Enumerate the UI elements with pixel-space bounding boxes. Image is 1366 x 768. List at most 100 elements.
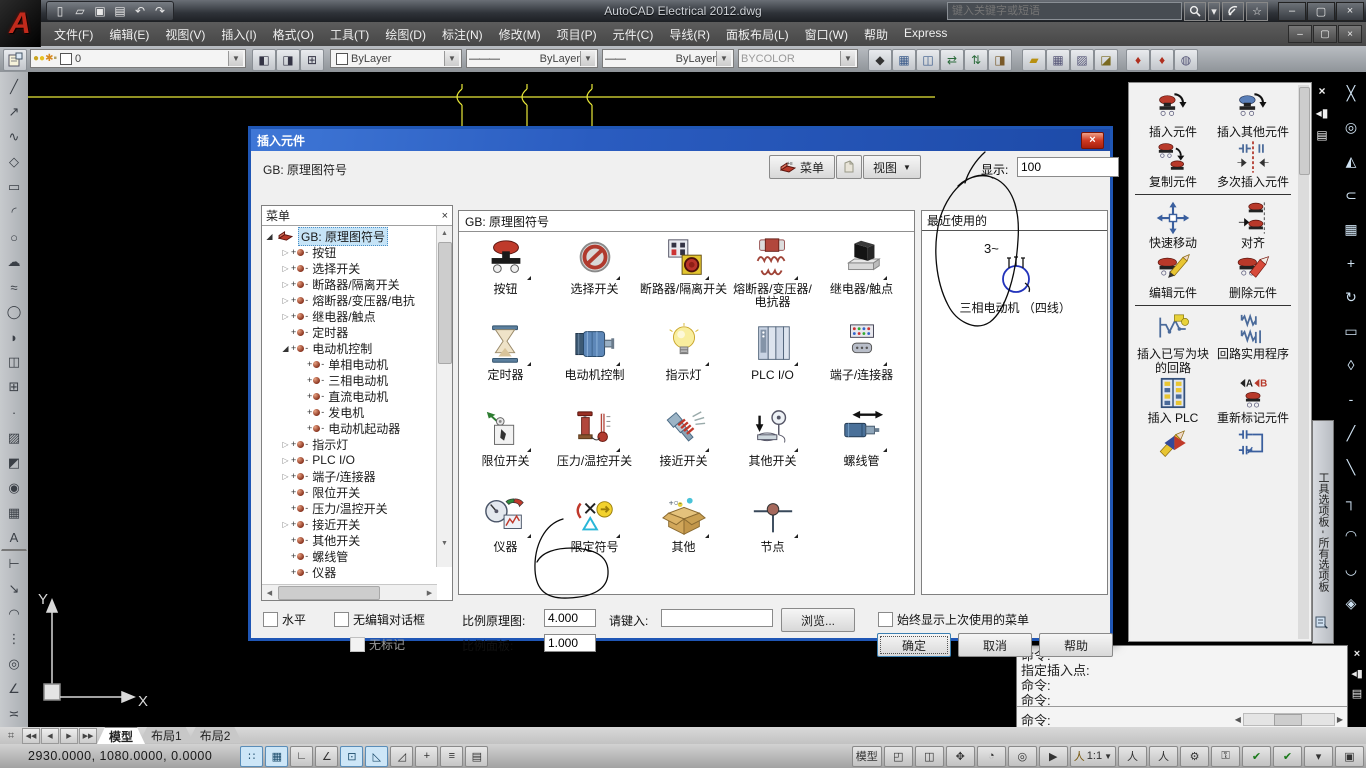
tree-item-21[interactable]: +-仪器 — [262, 564, 452, 580]
steering-wheel-icon[interactable]: ◎ — [1008, 746, 1037, 767]
ordinate-dim-icon[interactable]: ⋮ — [1, 627, 27, 652]
quick-view-layouts-icon[interactable]: ◫ — [915, 746, 944, 767]
construction-line-icon[interactable]: ↗ — [1, 99, 27, 124]
polyline-icon[interactable]: ∿ — [1, 124, 27, 149]
toggle-grid[interactable]: ▦ — [265, 746, 288, 767]
tab-grip-icon[interactable]: ⌗ — [0, 728, 22, 744]
lock-icon[interactable]: ⚿ — [1211, 746, 1240, 767]
toolbar-positions-check-icon[interactable]: ✔ — [1242, 746, 1271, 767]
hatch-icon[interactable]: ▨ — [1, 425, 27, 450]
menu-item-1[interactable]: 编辑(E) — [101, 23, 157, 46]
up-one-level-icon[interactable] — [836, 155, 862, 179]
tree-collapsed-icon[interactable]: ▷ — [280, 520, 291, 529]
search-input[interactable] — [947, 2, 1182, 20]
polygon-icon[interactable]: ◇ — [1, 149, 27, 174]
recent-item[interactable]: 3~ 三相电动机 （四线） — [922, 239, 1107, 315]
palette-tool-0[interactable]: 插入元件 — [1133, 89, 1213, 139]
named-views-icon[interactable]: ◫ — [916, 49, 940, 71]
move-icon[interactable]: + — [1339, 246, 1363, 280]
view-button[interactable]: 视图▼ — [863, 155, 921, 179]
tree-item-10[interactable]: +-直流电动机 — [262, 388, 452, 404]
grid-item-12[interactable]: 接近开关 — [639, 408, 728, 494]
redo-icon[interactable]: ↷ — [151, 3, 169, 19]
palette-tool-4[interactable]: 快速移动 — [1133, 200, 1213, 250]
grid-item-18[interactable]: 节点 — [728, 494, 817, 580]
aligned-dim-icon[interactable]: ↘ — [1, 577, 27, 602]
tree-collapsed-icon[interactable]: ▷ — [280, 456, 291, 465]
scale-panel-input[interactable] — [544, 634, 596, 652]
tree-item-1[interactable]: ▷+-按钮 — [262, 244, 452, 260]
rectangle-icon[interactable]: ▭ — [1, 174, 27, 199]
doc-minimize-icon[interactable]: – — [1288, 25, 1312, 43]
palette-tab-label[interactable]: 工具选项板 - 所有选项板 — [1312, 420, 1334, 644]
palette-tool-6[interactable]: 编辑元件 — [1133, 250, 1213, 300]
tree-item-13[interactable]: ▷+-指示灯 — [262, 436, 452, 452]
menu-item-3[interactable]: 插入(I) — [213, 23, 264, 46]
palette-tool-12[interactable] — [1133, 425, 1213, 461]
palette-close-icon[interactable]: × — [1318, 84, 1325, 98]
toggle-snap[interactable]: ∷ — [240, 746, 263, 767]
command-autohide-icon[interactable]: ◂▮ — [1351, 667, 1363, 680]
menu-item-5[interactable]: 工具(T) — [322, 23, 377, 46]
component-red-icon[interactable]: ♦ — [1126, 49, 1150, 71]
tree-item-11[interactable]: +-发电机 — [262, 404, 452, 420]
dropdown-arrow-icon[interactable]: ▾ — [1304, 746, 1333, 767]
layer-control-combo[interactable]: ●● ✱▪ 0 ▼ — [30, 49, 246, 68]
close-icon[interactable]: × — [1336, 2, 1364, 21]
palette-properties-icon[interactable]: ▤ — [1316, 128, 1327, 142]
toggle-osnap[interactable]: ⊡ — [340, 746, 363, 767]
scale-schematic-input[interactable] — [544, 609, 596, 627]
prev-tab-icon[interactable]: ◀ — [41, 728, 59, 744]
palette-tool-7[interactable]: 删除元件 — [1213, 250, 1293, 300]
extend-icon[interactable]: ╱ — [1339, 416, 1363, 450]
toggle-ducs[interactable]: ◿ — [390, 746, 413, 767]
tree-item-6[interactable]: +-定时器 — [262, 324, 452, 340]
type-input[interactable] — [661, 609, 773, 627]
tree-item-9[interactable]: +-三相电动机 — [262, 372, 452, 388]
erase-icon[interactable]: ╳ — [1339, 76, 1363, 110]
wire-number-icon[interactable]: ▨ — [1070, 49, 1094, 71]
menu-button[interactable]: +≡ 菜单 — [769, 155, 835, 179]
tree-item-8[interactable]: +-单相电动机 — [262, 356, 452, 372]
toggle-lwt[interactable]: ≡ — [440, 746, 463, 767]
palette-tool-2[interactable]: 复制元件 — [1133, 139, 1213, 189]
tree-item-15[interactable]: ▷+-端子/连接器 — [262, 468, 452, 484]
toggle-polar[interactable]: ∠ — [315, 746, 338, 767]
tree-item-20[interactable]: +-螺线管 — [262, 548, 452, 564]
spline-icon[interactable]: ≈ — [1, 275, 27, 300]
render-cube-icon[interactable]: ◆ — [868, 49, 892, 71]
doc-restore-icon[interactable]: ▢ — [1313, 25, 1337, 43]
dialog-titlebar[interactable]: 插入元件 × — [251, 129, 1110, 151]
tab-布局1[interactable]: 布局1 — [139, 727, 194, 743]
menu-item-9[interactable]: 项目(P) — [549, 23, 605, 46]
horizontal-checkbox[interactable]: 水平 — [263, 611, 306, 628]
print-icon[interactable]: ▤ — [111, 3, 129, 19]
favorites-star-icon[interactable]: ☆ — [1246, 2, 1268, 21]
showmotion-icon[interactable]: ▶ — [1039, 746, 1068, 767]
ellipse-icon[interactable]: ◯ — [1, 300, 27, 325]
tree-close-icon[interactable]: × — [442, 210, 448, 222]
communication-center-icon[interactable] — [1222, 2, 1244, 21]
menu-item-0[interactable]: 文件(F) — [46, 23, 101, 46]
no-edit-dialog-checkbox[interactable]: 无编辑对话框 — [334, 611, 425, 628]
tree-item-18[interactable]: ▷+-接近开关 — [262, 516, 452, 532]
grid-item-7[interactable]: 指示灯 — [639, 322, 728, 408]
menu-item-10[interactable]: 元件(C) — [605, 23, 662, 46]
wire-arrows-icon[interactable]: ⇄ — [940, 49, 964, 71]
arc-length-icon[interactable]: ◠ — [1, 602, 27, 627]
scale-icon[interactable]: ▭ — [1339, 314, 1363, 348]
tree-item-7[interactable]: ◢+-电动机控制 — [262, 340, 452, 356]
window-positions-check-icon[interactable]: ✔ — [1273, 746, 1302, 767]
zoom-icon[interactable]: ◔ — [977, 746, 1006, 767]
annotation-visibility-icon[interactable]: 人 — [1118, 746, 1147, 767]
tree-item-12[interactable]: +-电动机起动器 — [262, 420, 452, 436]
palette-tool-10[interactable]: 插入 PLC — [1133, 375, 1213, 425]
toggle-dyn[interactable]: + — [415, 746, 438, 767]
copy-icon[interactable]: ◎ — [1339, 110, 1363, 144]
last-tab-icon[interactable]: ▶▶ — [79, 728, 97, 744]
palette-tool-8[interactable]: 插入已写为块的回路 — [1133, 311, 1213, 375]
chamfer-icon[interactable]: ◠ — [1339, 518, 1363, 552]
command-hscrollbar[interactable]: ◀▶ — [1235, 713, 1343, 726]
tab-布局2[interactable]: 布局2 — [188, 727, 243, 743]
linetype-control-combo[interactable]: ———ByLayer ▼ — [466, 49, 598, 68]
